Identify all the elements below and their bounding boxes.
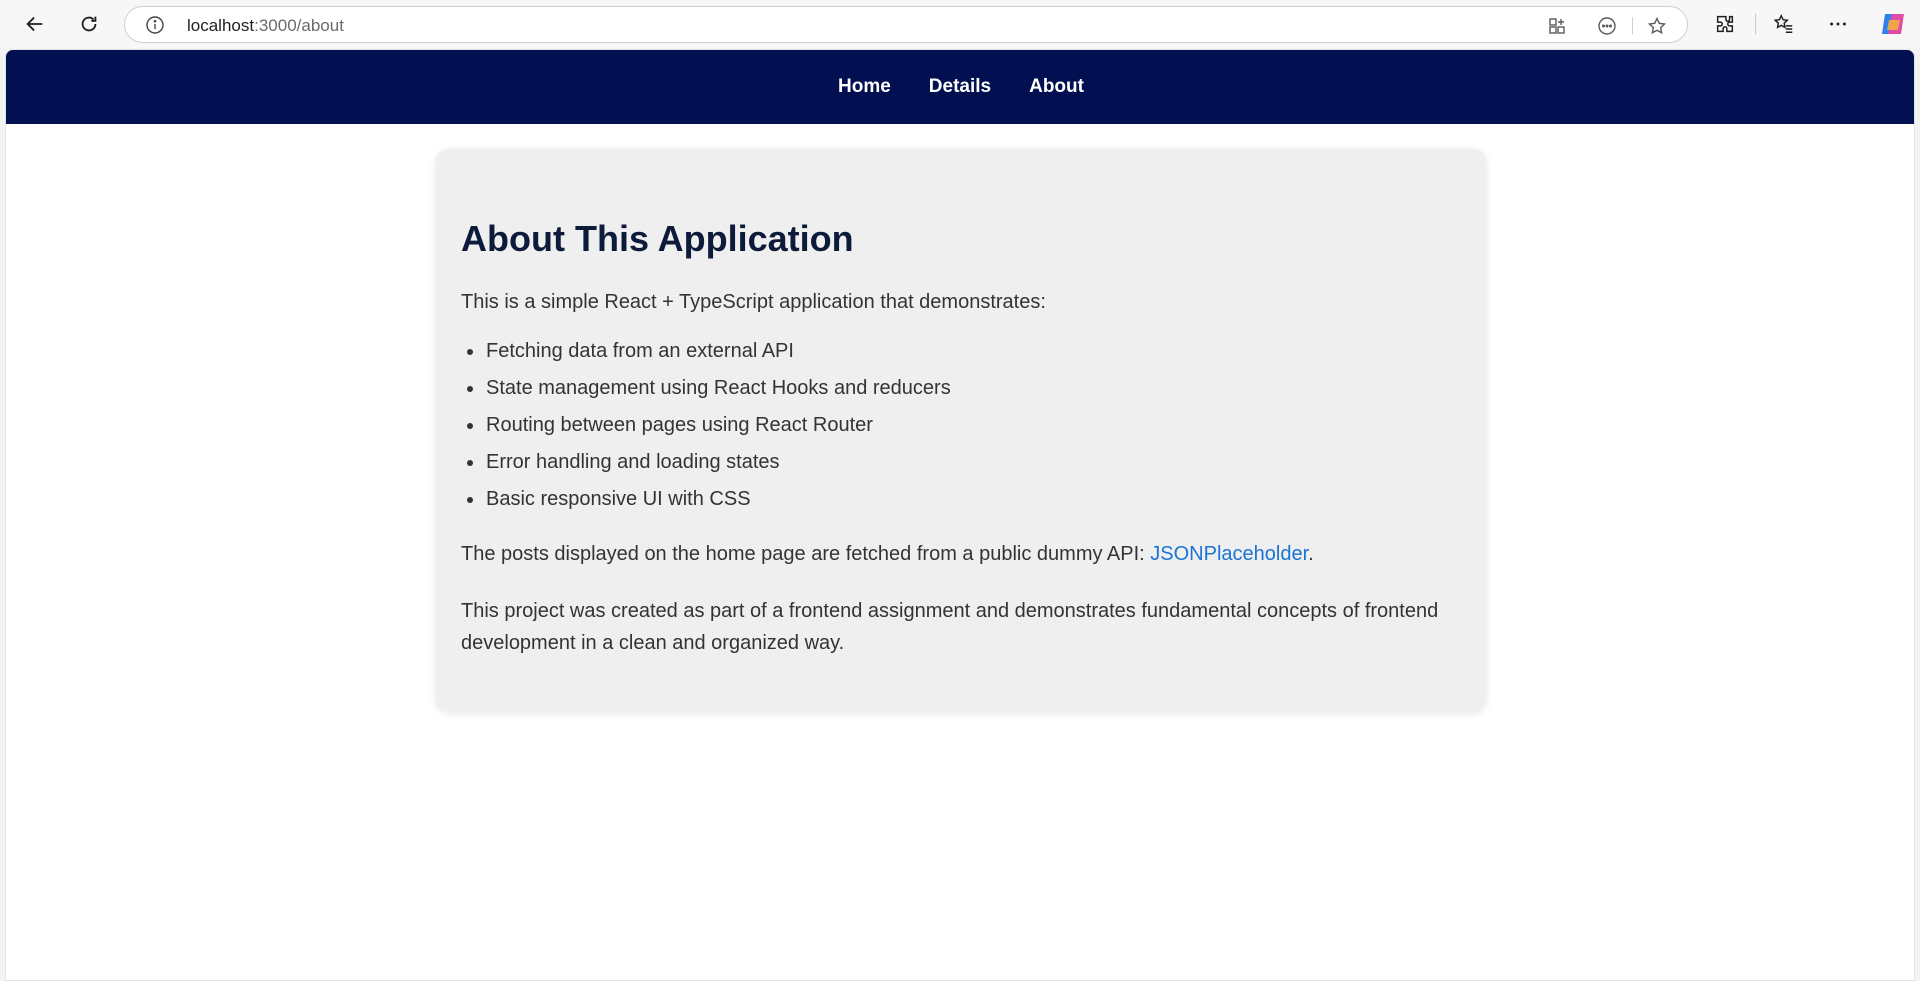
browser-toolbar: localhost:3000/about [0,0,1920,48]
page-title: About This Application [461,218,854,259]
api-suffix: . [1308,543,1314,565]
url-path: :3000/about [254,16,344,35]
feature-item: Basic responsive UI with CSS [461,487,951,524]
feature-item: Error handling and loading states [461,450,951,487]
toolbar-separator [1755,14,1756,34]
address-bar[interactable]: localhost:3000/about [124,6,1688,43]
read-aloud-icon[interactable] [1595,14,1619,38]
api-text: The posts displayed on the home page are… [461,543,1151,565]
intro-text: This is a simple React + TypeScript appl… [461,291,1046,313]
app-available-icon[interactable] [1545,14,1569,38]
url-text: localhost:3000/about [187,7,344,44]
refresh-icon[interactable] [73,8,105,40]
copilot-icon[interactable] [1879,10,1907,38]
feature-item: Fetching data from an external API [461,339,951,376]
favorite-star-icon[interactable] [1645,14,1669,38]
url-host: localhost [187,16,255,35]
api-paragraph: The posts displayed on the home page are… [461,543,1314,566]
nav-about-link[interactable]: About [1029,76,1084,98]
more-options-icon[interactable] [1822,8,1854,40]
jsonplaceholder-link[interactable]: JSONPlaceholder [1150,543,1308,565]
about-card: About This Application This is a simple … [436,149,1486,711]
address-separator [1632,17,1633,34]
favorites-icon[interactable] [1768,8,1800,40]
feature-list: Fetching data from an external API State… [461,339,951,524]
nav-home-link[interactable]: Home [838,76,891,98]
top-navbar: Home Details About [6,50,1914,124]
page-viewport: Home Details About About This Applicatio… [5,49,1915,981]
site-info-icon[interactable] [145,15,165,35]
feature-item: State management using React Hooks and r… [461,376,951,413]
extensions-icon[interactable] [1709,8,1741,40]
closing-paragraph: This project was created as part of a fr… [461,600,1439,654]
feature-item: Routing between pages using React Router [461,413,951,450]
back-icon[interactable] [19,8,51,40]
nav-details-link[interactable]: Details [929,76,991,98]
